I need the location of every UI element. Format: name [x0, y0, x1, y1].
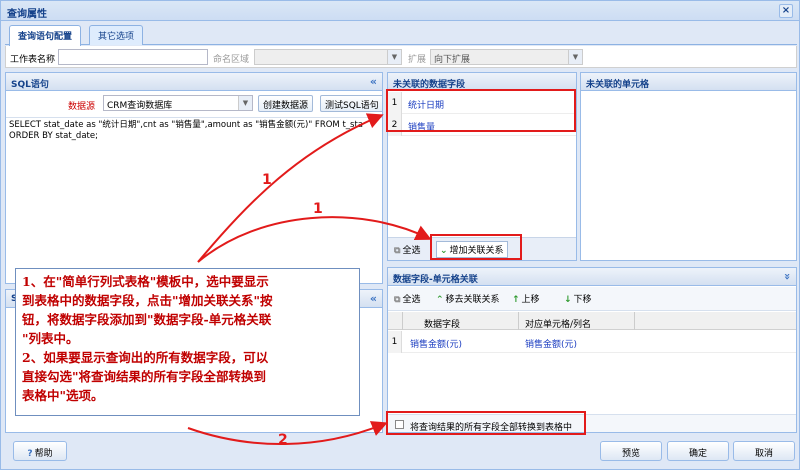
datasource-value: CRM查询数据库 — [107, 101, 173, 111]
test-sql-button[interactable]: 测试SQL语句 — [320, 95, 382, 112]
copy-icon: ⧉ — [394, 295, 401, 305]
arrow-down-icon: ↓ — [564, 295, 572, 305]
chevron-down-icon: ▼ — [568, 50, 582, 64]
chevron-down-icon: ▼ — [238, 96, 252, 110]
mapping-table-header: 数据字段 对应单元格/列名 — [388, 312, 796, 330]
table-row[interactable]: 1 销售金额(元) 销售金额(元) — [388, 331, 796, 353]
collapse-down-icon[interactable]: » — [781, 273, 794, 280]
move-up-button[interactable]: ↑ 上移 — [512, 292, 540, 305]
arrow-up-icon: ↑ — [512, 295, 520, 305]
cell-name: 销售金额(元) — [525, 340, 578, 350]
sql-panel: SQL语句 « 数据源 CRM查询数据库 ▼ 创建数据源 测试SQL语句 SEL… — [5, 72, 383, 284]
select-all-button[interactable]: ⧉ 全选 — [394, 292, 420, 305]
unlinked-cells-title: 未关联的单元格 — [586, 80, 650, 90]
copy-icon: ⧉ — [394, 246, 401, 256]
tab-query-config[interactable]: 查询语句配置 — [9, 25, 82, 46]
unlinked-cells-panel: 未关联的单元格 — [580, 72, 797, 261]
sql-panel-header: SQL语句 « — [6, 73, 382, 91]
instruction-callout: 1、在"简单行列式表格"模板中，选中要显示 到表格中的数据字段，点击"增加关联关… — [15, 268, 360, 416]
select-all-button[interactable]: ⧉ 全选 — [394, 243, 420, 256]
field-name: 销售金额(元) — [410, 340, 463, 350]
unlinked-cells-header: 未关联的单元格 — [581, 73, 796, 91]
sql-line-1: SELECT stat_date as "统计日期",cnt as "销售量",… — [9, 120, 364, 130]
ok-button[interactable]: 确定 — [667, 441, 729, 461]
dialog-titlebar: 查询属性 × — [1, 1, 799, 21]
help-button[interactable]: ? 帮助 — [13, 441, 67, 461]
sql-editor[interactable]: SELECT stat_date as "统计日期",cnt as "销售量",… — [6, 117, 382, 283]
highlight-add-link-button — [430, 234, 522, 260]
help-icon: ? — [27, 449, 33, 459]
dialog-title: 查询属性 — [7, 9, 47, 20]
region-select: ▼ — [254, 49, 402, 65]
preview-button[interactable]: 预览 — [600, 441, 662, 461]
mapping-title: 数据字段-单元格关联 — [393, 275, 478, 285]
tab-strip: 查询语句配置 其它选项 — [5, 23, 797, 46]
create-datasource-button[interactable]: 创建数据源 — [258, 95, 314, 112]
datasource-label: 数据源 — [68, 102, 96, 112]
tab-other-options[interactable]: 其它选项 — [89, 25, 144, 45]
cancel-button[interactable]: 取消 — [733, 441, 795, 461]
column-header-field: 数据字段 — [424, 320, 461, 330]
collapse-left-icon[interactable]: « — [370, 292, 377, 305]
sql-panel-title: SQL语句 — [11, 80, 49, 90]
row-number: 1 — [388, 331, 402, 353]
close-button[interactable]: × — [779, 4, 793, 18]
sheet-name-input[interactable] — [58, 49, 208, 65]
highlight-unlinked-fields — [386, 89, 576, 132]
dialog-footer: ? 帮助 预览 确定 取消 — [5, 437, 797, 465]
highlight-convert-checkbox — [386, 411, 586, 435]
mapping-header: 数据字段-单元格关联 » — [388, 268, 796, 286]
region-label: 命名区域 — [213, 55, 250, 65]
mapping-toolbar: ⧉ 全选 ⌃ 移去关联关系 ↑ 上移 ↓ 下移 — [388, 287, 796, 311]
expand-label: 扩展 — [408, 55, 427, 65]
sheet-form-row: 工作表名称 命名区域 ▼ 扩展 向下扩展 ▼ — [5, 46, 797, 68]
sheet-name-label: 工作表名称 — [10, 55, 56, 65]
datasource-select[interactable]: CRM查询数据库 ▼ — [103, 95, 253, 111]
expand-value: 向下扩展 — [434, 55, 471, 65]
chevron-down-icon: ▼ — [387, 50, 401, 64]
move-down-button[interactable]: ↓ 下移 — [564, 292, 592, 305]
expand-select: 向下扩展 ▼ — [430, 49, 583, 65]
column-header-cell: 对应单元格/列名 — [525, 320, 592, 330]
sql-line-2: ORDER BY stat_date; — [9, 131, 98, 141]
mapping-panel: 数据字段-单元格关联 » ⧉ 全选 ⌃ 移去关联关系 ↑ 上移 ↓ 下移 数据字段 对应… — [387, 267, 797, 433]
remove-link-button[interactable]: ⌃ 移去关联关系 — [436, 292, 500, 305]
collapse-left-icon[interactable]: « — [370, 75, 377, 88]
double-chevron-up-icon: ⌃ — [436, 295, 444, 305]
